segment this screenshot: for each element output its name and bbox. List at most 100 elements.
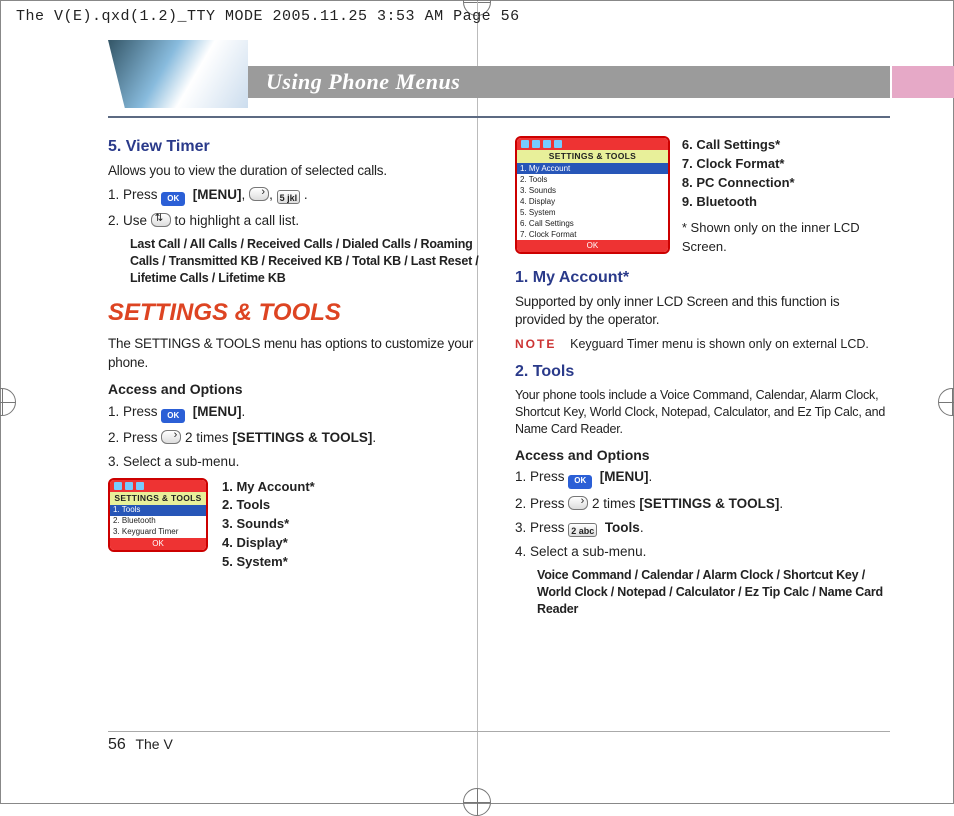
page-body: 5. View Timer Allows you to view the dur… xyxy=(108,136,890,744)
heading-my-account: 1. My Account* xyxy=(515,267,890,289)
submenu-panel-left: SETTINGS & TOOLS 1. Tools 2. Bluetooth 3… xyxy=(108,478,483,572)
text: 2. Press xyxy=(108,430,161,445)
text: 2 times xyxy=(592,496,639,511)
text: . xyxy=(242,404,246,419)
t-step-2: 2. Press 2 times [SETTINGS & TOOLS]. xyxy=(515,495,890,513)
list-item: 1. My Account* xyxy=(222,479,315,494)
note-label: NOTE xyxy=(515,337,556,351)
menu-label: [MENU] xyxy=(600,469,649,484)
nav-right-icon xyxy=(249,187,269,201)
screen-softkey: OK xyxy=(517,240,668,252)
list-item: 7. Clock Format* xyxy=(682,156,785,171)
header-photo xyxy=(108,40,248,108)
text: . xyxy=(640,520,644,535)
screen-item: 2. Bluetooth xyxy=(110,516,206,527)
ok-icon: OK xyxy=(161,192,185,206)
note-line: NOTE Keyguard Timer menu is shown only o… xyxy=(515,335,890,353)
text: 2. Use xyxy=(108,213,151,228)
vt-step-1: 1. Press OK [MENU], , 5 jkl . xyxy=(108,186,483,206)
footer-rule xyxy=(108,731,890,732)
settings-label: [SETTINGS & TOOLS] xyxy=(639,496,779,511)
nav-right-icon xyxy=(161,430,181,444)
heading-access-right: Access and Options xyxy=(515,446,890,465)
t-step-3: 3. Press 2 abc Tools. xyxy=(515,519,890,537)
list-item: 2. Tools xyxy=(222,497,270,512)
text: 1. Press xyxy=(515,469,568,484)
text: to highlight a call list. xyxy=(175,213,300,228)
key-2-icon: 2 abc xyxy=(568,523,597,537)
status-bar xyxy=(110,480,206,492)
left-column: 5. View Timer Allows you to view the dur… xyxy=(108,136,483,744)
heading-access-left: Access and Options xyxy=(108,380,483,399)
text: 2. Press xyxy=(515,496,568,511)
screen-item: 5. System xyxy=(517,207,668,218)
screen-item: 1. Tools xyxy=(110,505,206,516)
nav-updown-icon xyxy=(151,213,171,227)
page-footer: 56 The V xyxy=(108,736,173,754)
heading-settings-tools: SETTINGS & TOOLS xyxy=(108,297,483,329)
st-step-1: 1. Press OK [MENU]. xyxy=(108,403,483,423)
text: 2 times xyxy=(185,430,232,445)
header-banner: Using Phone Menus xyxy=(0,58,954,112)
tools-label: Tools xyxy=(605,520,640,535)
screen-item: 7. Clock Format xyxy=(517,229,668,240)
t-step-4: 4. Select a sub-menu. xyxy=(515,543,890,561)
st-step-2: 2. Press 2 times [SETTINGS & TOOLS]. xyxy=(108,429,483,447)
footnote: * Shown only on the inner LCD Screen. xyxy=(682,219,890,257)
text: , xyxy=(269,187,277,202)
footer-title: The V xyxy=(135,736,172,752)
list-item: 6. Call Settings* xyxy=(682,137,780,152)
phone-screen-large: SETTINGS & TOOLS 1. My Account 2. Tools … xyxy=(515,136,670,254)
status-bar xyxy=(517,138,668,150)
tools-sublist: Voice Command / Calendar / Alarm Clock /… xyxy=(515,567,890,618)
screen-item: 3. Keyguard Timer xyxy=(110,527,206,538)
ok-icon: OK xyxy=(568,475,592,489)
tty-header: The V(E).qxd(1.2)_TTY MODE 2005.11.25 3:… xyxy=(16,8,520,25)
header-title: Using Phone Menus xyxy=(248,66,890,98)
vt-step-2: 2. Use to highlight a call list. xyxy=(108,212,483,230)
text: 1. Press xyxy=(108,187,161,202)
heading-view-timer: 5. View Timer xyxy=(108,136,483,158)
settings-label: [SETTINGS & TOOLS] xyxy=(232,430,372,445)
vt-call-list: Last Call / All Calls / Received Calls /… xyxy=(108,236,483,287)
phone-screen-small: SETTINGS & TOOLS 1. Tools 2. Bluetooth 3… xyxy=(108,478,208,552)
list-item: 4. Display* xyxy=(222,535,288,550)
header-rule xyxy=(108,116,890,118)
nav-right-icon xyxy=(568,496,588,510)
page-number: 56 xyxy=(108,736,126,753)
text: . xyxy=(300,187,308,202)
list-item: 3. Sounds* xyxy=(222,516,289,531)
key-5-icon: 5 jkl xyxy=(277,190,301,204)
t-step-1: 1. Press OK [MENU]. xyxy=(515,468,890,488)
menu-label: [MENU] xyxy=(193,187,242,202)
list-item: 5. System* xyxy=(222,554,288,569)
text: . xyxy=(779,496,783,511)
text: , xyxy=(242,187,250,202)
header-accent xyxy=(892,66,954,98)
my-account-desc: Supported by only inner LCD Screen and t… xyxy=(515,293,890,329)
heading-tools: 2. Tools xyxy=(515,361,890,383)
screen-title: SETTINGS & TOOLS xyxy=(110,492,206,505)
text: . xyxy=(372,430,376,445)
text: 3. Press xyxy=(515,520,568,535)
screen-title: SETTINGS & TOOLS xyxy=(517,150,668,163)
ok-icon: OK xyxy=(161,409,185,423)
st-step-3: 3. Select a sub-menu. xyxy=(108,453,483,471)
screen-item: 2. Tools xyxy=(517,174,668,185)
menu-list-1-5: 1. My Account* 2. Tools 3. Sounds* 4. Di… xyxy=(222,478,315,572)
screen-item: 1. My Account xyxy=(517,163,668,174)
tools-desc: Your phone tools include a Voice Command… xyxy=(515,387,890,438)
right-column: SETTINGS & TOOLS 1. My Account 2. Tools … xyxy=(515,136,890,744)
view-timer-desc: Allows you to view the duration of selec… xyxy=(108,162,483,180)
menu-label: [MENU] xyxy=(193,404,242,419)
note-text: Keyguard Timer menu is shown only on ext… xyxy=(570,337,869,351)
screen-item: 3. Sounds xyxy=(517,185,668,196)
screen-item: 4. Display xyxy=(517,196,668,207)
list-item: 8. PC Connection* xyxy=(682,175,795,190)
list-item: 9. Bluetooth xyxy=(682,194,757,209)
screen-softkey: OK xyxy=(110,538,206,550)
settings-intro: The SETTINGS & TOOLS menu has options to… xyxy=(108,335,483,371)
menu-list-6-9: 6. Call Settings* 7. Clock Format* 8. PC… xyxy=(682,136,890,257)
text: 1. Press xyxy=(108,404,161,419)
text: . xyxy=(649,469,653,484)
